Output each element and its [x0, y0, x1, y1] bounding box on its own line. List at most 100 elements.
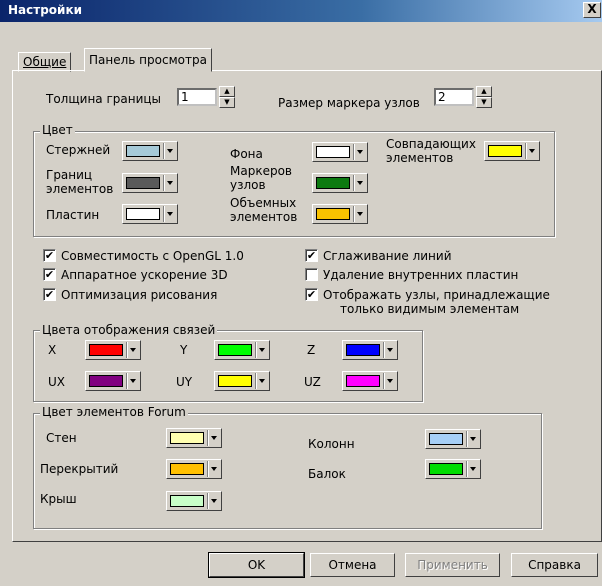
- marker-stepper[interactable]: ▲ ▼: [476, 86, 492, 108]
- cancel-button[interactable]: Отмена: [310, 553, 395, 577]
- dropdown-arrow-icon: [387, 379, 393, 383]
- color-swatch: [488, 145, 522, 157]
- y-label: Y: [180, 343, 188, 357]
- ux-color-button[interactable]: [85, 371, 141, 391]
- columns-label: Колонн: [308, 437, 355, 451]
- antialiasing-checkbox[interactable]: ✔: [305, 249, 318, 262]
- tab-general[interactable]: Общие: [18, 52, 72, 72]
- draw-optimization-checkbox[interactable]: ✔: [43, 288, 56, 301]
- color-swatch: [89, 344, 123, 356]
- thickness-input[interactable]: 1: [177, 88, 217, 106]
- uy-color-button[interactable]: [214, 371, 270, 391]
- dropdown-arrow-icon: [259, 348, 265, 352]
- markers-color-button[interactable]: [312, 173, 368, 193]
- color-swatch: [429, 433, 463, 445]
- color-swatch: [126, 145, 160, 157]
- uz-label: UZ: [304, 375, 321, 389]
- beams-color-button[interactable]: [425, 459, 481, 479]
- walls-color-button[interactable]: [166, 428, 222, 448]
- dropdown-arrow-icon: [259, 379, 265, 383]
- window-title: Настройки: [8, 3, 83, 17]
- color-swatch: [429, 463, 463, 475]
- tab-general-label: Общие: [23, 55, 67, 69]
- ux-label: UX: [48, 375, 66, 389]
- color-swatch: [346, 344, 380, 356]
- dropdown-arrow-icon: [357, 212, 363, 216]
- z-color-button[interactable]: [342, 340, 398, 360]
- color-swatch: [346, 375, 380, 387]
- dropdown-arrow-icon: [130, 348, 136, 352]
- color-swatch: [170, 432, 204, 444]
- markers-label: Маркеров узлов: [230, 164, 292, 192]
- uy-label: UY: [176, 375, 193, 389]
- close-button[interactable]: X: [583, 2, 601, 18]
- color-swatch: [126, 208, 160, 220]
- forum-group-title: Цвет элементов Forum: [40, 405, 188, 419]
- color-swatch: [170, 463, 204, 475]
- y-color-button[interactable]: [214, 340, 270, 360]
- thickness-stepper[interactable]: ▲ ▼: [219, 86, 235, 108]
- dropdown-arrow-icon: [357, 181, 363, 185]
- dropdown-arrow-icon: [529, 149, 535, 153]
- background-label: Фона: [230, 147, 263, 161]
- spin-down-icon[interactable]: ▼: [476, 97, 492, 108]
- x-label: X: [48, 343, 57, 357]
- plates-color-button[interactable]: [122, 204, 178, 224]
- uz-color-button[interactable]: [342, 371, 398, 391]
- dropdown-arrow-icon: [470, 467, 476, 471]
- draw-optimization-label: Оптимизация рисования: [61, 288, 218, 302]
- dropdown-arrow-icon: [357, 150, 363, 154]
- background-color-button[interactable]: [312, 142, 368, 162]
- opengl-checkbox[interactable]: ✔: [43, 249, 56, 262]
- ok-button[interactable]: OK: [208, 552, 305, 578]
- x-color-button[interactable]: [85, 340, 141, 360]
- spin-up-icon[interactable]: ▲: [476, 86, 492, 97]
- plates-label: Пластин: [46, 208, 100, 222]
- dropdown-arrow-icon: [167, 212, 173, 216]
- tab-view-panel-label: Панель просмотра: [89, 53, 207, 67]
- dropdown-arrow-icon: [167, 149, 173, 153]
- coinciding-label: Совпадающих элементов: [386, 137, 476, 165]
- spin-up-icon[interactable]: ▲: [219, 86, 235, 97]
- remove-inner-plates-label: Удаление внутренних пластин: [323, 268, 519, 282]
- dropdown-arrow-icon: [130, 379, 136, 383]
- roofs-color-button[interactable]: [166, 491, 222, 511]
- hardware-accel-label: Аппаратное ускорение 3D: [61, 268, 228, 282]
- rods-label: Стержней: [46, 143, 111, 157]
- dropdown-arrow-icon: [470, 437, 476, 441]
- coinciding-color-button[interactable]: [484, 141, 540, 161]
- color-swatch: [316, 146, 350, 158]
- borders-color-button[interactable]: [122, 173, 178, 193]
- dropdown-arrow-icon: [211, 499, 217, 503]
- hardware-accel-checkbox[interactable]: ✔: [43, 268, 56, 281]
- color-group-title: Цвет: [40, 123, 75, 137]
- color-swatch: [170, 495, 204, 507]
- remove-inner-plates-checkbox[interactable]: [305, 268, 318, 281]
- marker-label: Размер маркера узлов: [278, 96, 420, 110]
- color-swatch: [316, 177, 350, 189]
- help-button[interactable]: Справка: [511, 553, 598, 577]
- apply-button[interactable]: Применить: [405, 553, 500, 577]
- color-swatch: [218, 344, 252, 356]
- volume-elements-color-button[interactable]: [312, 204, 368, 224]
- dropdown-arrow-icon: [211, 436, 217, 440]
- color-swatch: [316, 208, 350, 220]
- links-group-title: Цвета отображения связей: [40, 323, 218, 337]
- slabs-label: Перекрытий: [40, 462, 119, 476]
- spin-down-icon[interactable]: ▼: [219, 97, 235, 108]
- columns-color-button[interactable]: [425, 429, 481, 449]
- z-label: Z: [307, 343, 316, 357]
- color-swatch: [218, 375, 252, 387]
- title-bar: [0, 0, 602, 22]
- slabs-color-button[interactable]: [166, 459, 222, 479]
- tab-view-panel[interactable]: Панель просмотра: [84, 48, 212, 72]
- roofs-label: Крыш: [40, 492, 77, 506]
- borders-label: Границ элементов: [46, 168, 114, 196]
- dropdown-arrow-icon: [387, 348, 393, 352]
- show-visible-nodes-label: Отображать узлы, принадлежащие: [323, 288, 550, 302]
- volume-elements-label: Объемных элементов: [230, 196, 298, 224]
- show-visible-nodes-checkbox[interactable]: ✔: [305, 288, 318, 301]
- rods-color-button[interactable]: [122, 141, 178, 161]
- color-swatch: [126, 177, 160, 189]
- marker-input[interactable]: 2: [434, 88, 474, 106]
